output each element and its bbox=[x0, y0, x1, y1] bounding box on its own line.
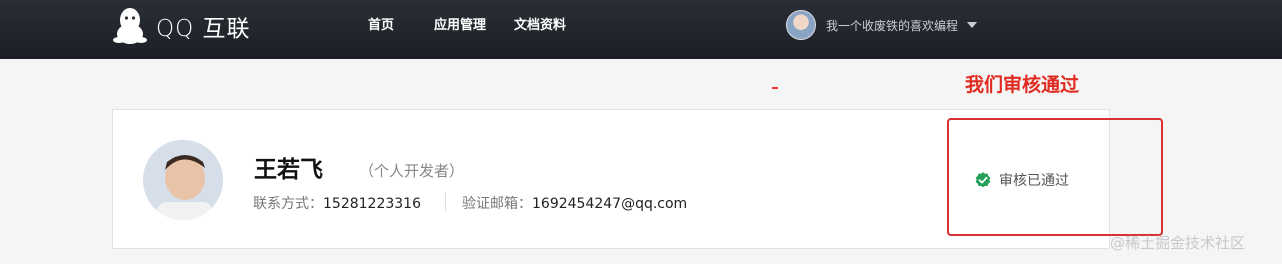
email-label: 验证邮箱： bbox=[462, 196, 532, 212]
profile-role: （个人开发者） bbox=[359, 162, 465, 180]
phone-label: 联系方式： bbox=[253, 196, 323, 212]
user-avatar bbox=[786, 10, 816, 40]
phone-value: 15281223316 bbox=[323, 196, 421, 212]
annotation-text: 我们审核通过 bbox=[965, 74, 1080, 96]
nav-home[interactable]: 首页 bbox=[368, 14, 394, 33]
contact-divider bbox=[445, 193, 446, 211]
user-name: 我一个收废铁的喜欢编程 bbox=[826, 18, 959, 33]
profile-avatar bbox=[143, 140, 223, 220]
top-nav-bar: QQ 互联 首页 应用管理 文档资料 我一个收废铁的喜欢编程 bbox=[0, 0, 1282, 59]
logo-text: QQ 互联 bbox=[156, 16, 251, 42]
contact-info: 联系方式：15281223316 bbox=[253, 193, 421, 213]
qq-penguin-icon bbox=[113, 8, 147, 44]
user-menu[interactable]: 我一个收废铁的喜欢编程 bbox=[786, 10, 978, 40]
nav-app-management[interactable]: 应用管理 bbox=[434, 14, 486, 33]
annotation-dash bbox=[772, 87, 778, 89]
email-value: 1692454247@qq.com bbox=[532, 196, 688, 212]
chevron-down-icon bbox=[967, 22, 978, 28]
nav-docs[interactable]: 文档资料 bbox=[514, 14, 566, 33]
email-info: 验证邮箱：1692454247@qq.com bbox=[462, 193, 687, 213]
annotation-highlight-box bbox=[947, 118, 1163, 236]
profile-name: 王若飞 bbox=[254, 157, 323, 183]
watermark: @稀土掘金技术社区 bbox=[1110, 234, 1246, 252]
qq-connect-logo[interactable]: QQ 互联 bbox=[112, 6, 251, 46]
